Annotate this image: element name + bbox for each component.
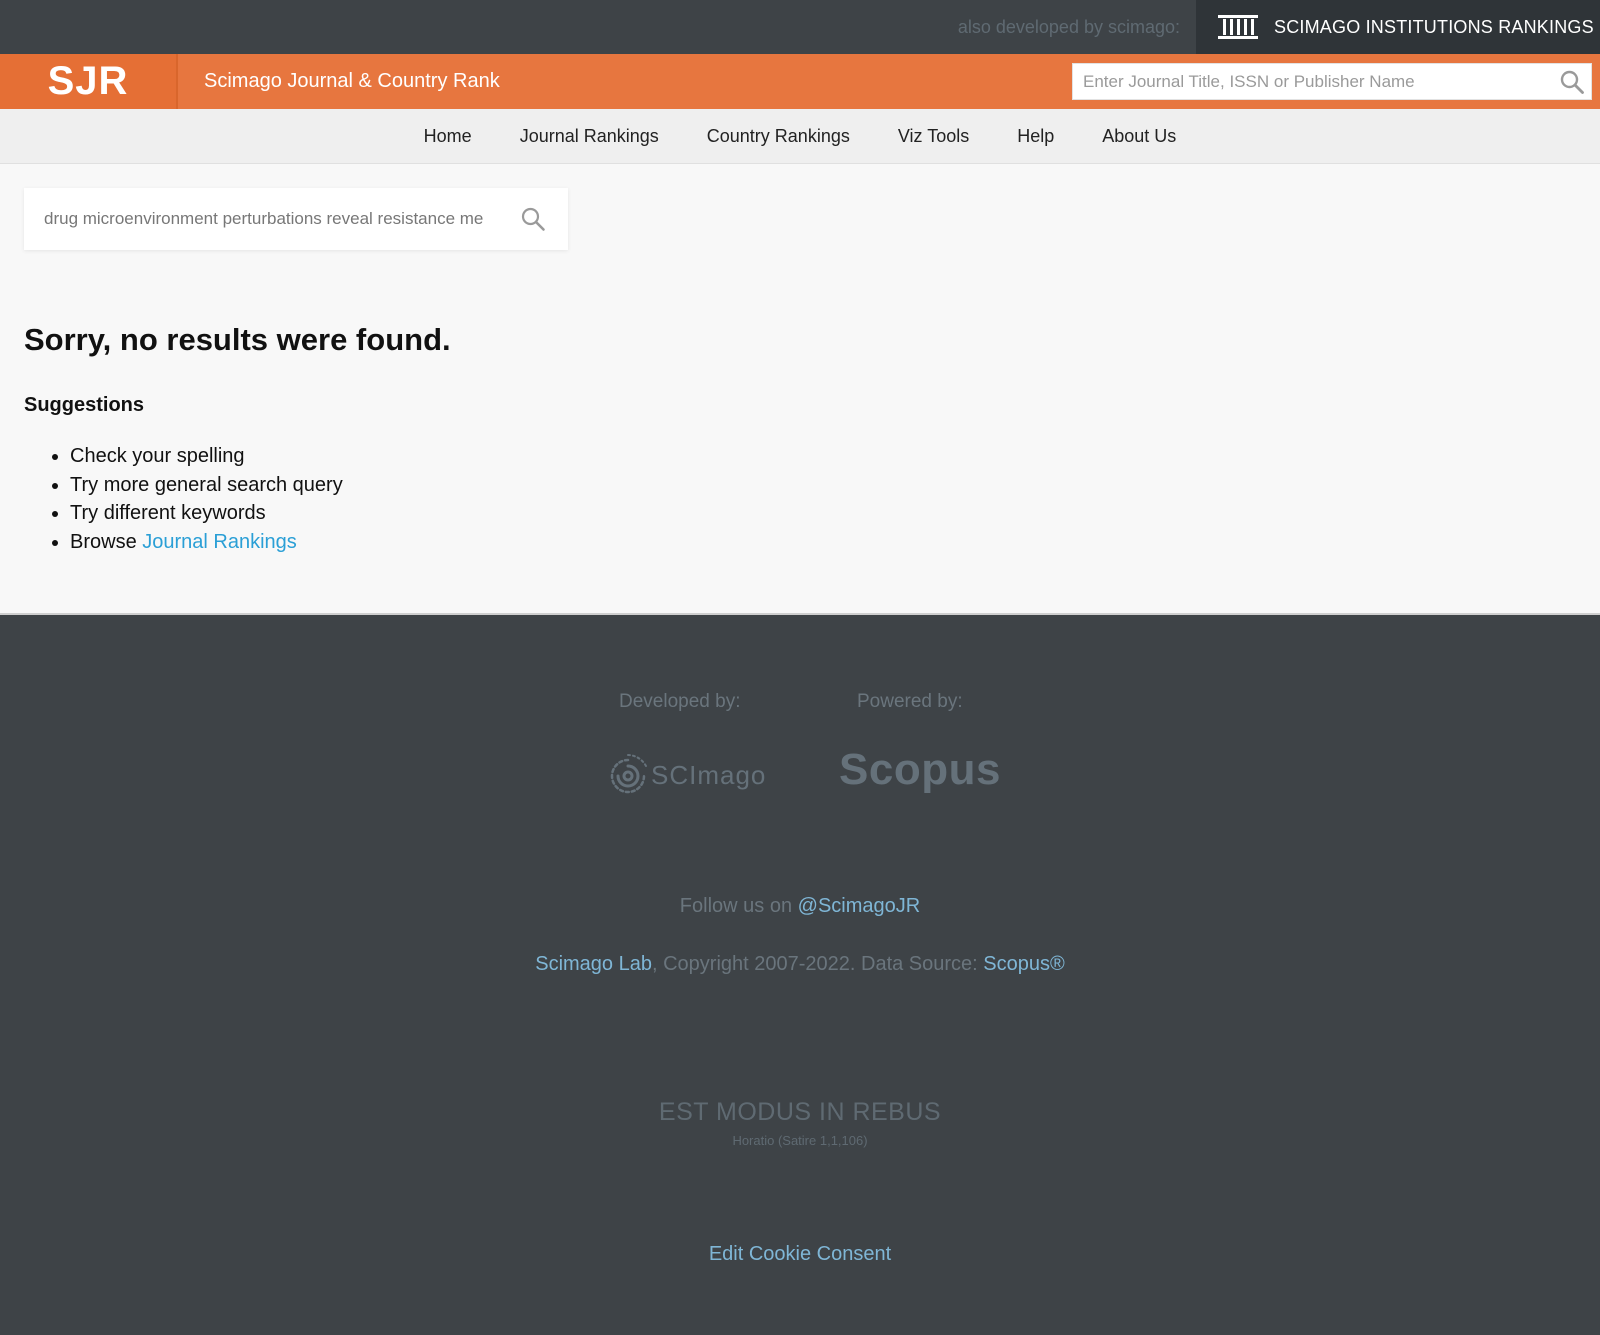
results-search-box bbox=[24, 188, 568, 250]
search-icon[interactable] bbox=[520, 206, 546, 232]
site-header: SJR Scimago Journal & Country Rank bbox=[0, 54, 1600, 109]
suggestion-item: Try more general search query bbox=[70, 471, 343, 500]
footer: Developed by: Powered by: SCImago Scopus… bbox=[0, 613, 1600, 1335]
journal-rankings-link[interactable]: Journal Rankings bbox=[142, 531, 297, 553]
suggestions-list: Check your spelling Try more general sea… bbox=[24, 442, 343, 556]
cookie-consent-row: Edit Cookie Consent bbox=[0, 1243, 1600, 1266]
top-bar: also developed by scimago: SCIMAGO INSTI… bbox=[0, 0, 1600, 54]
follow-line: Follow us on @ScimagoJR bbox=[0, 895, 1600, 918]
scimago-logo[interactable]: SCImago bbox=[607, 751, 767, 799]
copyright-text: , Copyright 2007-2022. Data Source: bbox=[651, 953, 984, 975]
header-search-input[interactable] bbox=[1073, 64, 1543, 99]
institution-columns-icon bbox=[1218, 15, 1258, 39]
scimago-mark-icon bbox=[610, 754, 647, 794]
scopus-link[interactable]: Scopus® bbox=[983, 953, 1064, 975]
suggestions-heading: Suggestions bbox=[24, 394, 145, 416]
sjr-logo[interactable]: SJR bbox=[0, 54, 178, 109]
suggestion-item: Check your spelling bbox=[70, 442, 343, 471]
main-nav: Home Journal Rankings Country Rankings V… bbox=[0, 109, 1600, 164]
also-developed-text: also developed by scimago: bbox=[957, 17, 1180, 37]
search-icon[interactable] bbox=[1559, 69, 1585, 95]
institutions-rankings-link[interactable]: SCIMAGO INSTITUTIONS RANKINGS bbox=[1196, 0, 1600, 54]
powered-by-label: Powered by: bbox=[857, 691, 963, 712]
institutions-rankings-label: SCIMAGO INSTITUTIONS RANKINGS bbox=[1274, 16, 1594, 37]
site-title[interactable]: Scimago Journal & Country Rank bbox=[204, 54, 500, 109]
no-results-heading: Sorry, no results were found. bbox=[24, 322, 451, 357]
suggestion-item: Try different keywords bbox=[70, 499, 343, 528]
nav-country-rankings[interactable]: Country Rankings bbox=[707, 109, 850, 163]
scopus-logo[interactable]: Scopus bbox=[839, 745, 1001, 795]
motto-source: Horatio (Satire 1,1,106) bbox=[732, 1133, 868, 1148]
motto: EST MODUS IN REBUS bbox=[658, 1098, 942, 1126]
developed-by-label: Developed by: bbox=[619, 691, 741, 712]
scimago-logo-text: SCImago bbox=[651, 759, 767, 790]
nav-home[interactable]: Home bbox=[424, 109, 472, 163]
nav-help[interactable]: Help bbox=[1017, 109, 1054, 163]
nav-viz-tools[interactable]: Viz Tools bbox=[898, 109, 969, 163]
nav-journal-rankings[interactable]: Journal Rankings bbox=[520, 109, 659, 163]
header-search-box bbox=[1072, 63, 1592, 100]
copyright-line: Scimago Lab, Copyright 2007-2022. Data S… bbox=[0, 953, 1600, 976]
scimago-lab-link[interactable]: Scimago Lab bbox=[535, 953, 652, 975]
twitter-handle-link[interactable]: @ScimagoJR bbox=[798, 895, 921, 917]
follow-prefix: Follow us on bbox=[679, 895, 798, 917]
suggestion-item: Browse Journal Rankings bbox=[70, 528, 343, 557]
nav-about-us[interactable]: About Us bbox=[1102, 109, 1176, 163]
results-search-input[interactable] bbox=[24, 188, 514, 250]
suggestion-text: Browse bbox=[70, 530, 143, 553]
edit-cookie-consent-link[interactable]: Edit Cookie Consent bbox=[709, 1243, 891, 1265]
